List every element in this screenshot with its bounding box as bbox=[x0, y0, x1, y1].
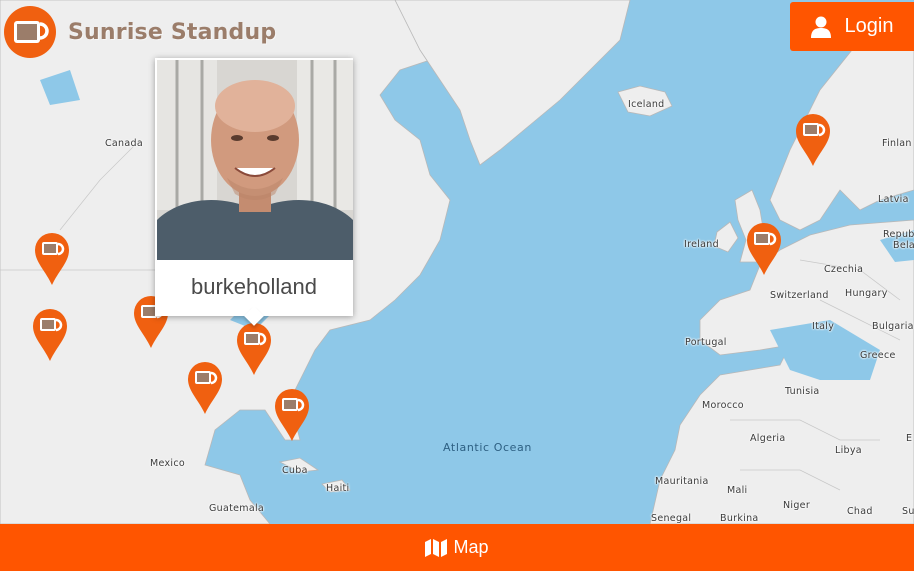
label-iceland: Iceland bbox=[628, 99, 665, 110]
label-egypt: E bbox=[906, 433, 913, 444]
map-icon bbox=[425, 538, 448, 557]
label-czechia: Czechia bbox=[824, 264, 864, 275]
label-burkina: Burkina bbox=[720, 513, 759, 524]
label-libya: Libya bbox=[835, 445, 862, 456]
label-haiti: Haiti bbox=[326, 483, 350, 494]
label-republic: Repub bbox=[883, 229, 914, 240]
coffee-pin-icon[interactable] bbox=[746, 222, 782, 276]
app-title: Sunrise Standup bbox=[68, 19, 277, 45]
label-latvia: Latvia bbox=[878, 194, 909, 205]
label-mali: Mali bbox=[727, 485, 748, 496]
label-mexico: Mexico bbox=[150, 458, 185, 469]
label-sudan: Su bbox=[902, 506, 914, 517]
coffee-pin-icon[interactable] bbox=[795, 113, 831, 167]
label-switzerland: Switzerland bbox=[770, 290, 829, 301]
label-belarus: Bela bbox=[893, 240, 914, 251]
label-guatemala: Guatemala bbox=[209, 503, 265, 514]
label-chad: Chad bbox=[847, 506, 873, 517]
label-tunisia: Tunisia bbox=[785, 386, 820, 397]
label-niger: Niger bbox=[783, 500, 811, 511]
world-map[interactable]: Canada Iceland Finlan Latvia Ireland Rep… bbox=[0, 0, 914, 524]
user-icon bbox=[810, 16, 831, 38]
coffee-pin-icon[interactable] bbox=[274, 388, 310, 442]
coffee-pin-icon[interactable] bbox=[187, 361, 223, 415]
popup-username: burkeholland bbox=[191, 274, 317, 299]
login-label: Login bbox=[844, 15, 894, 37]
label-canada: Canada bbox=[105, 138, 143, 149]
coffee-pin-icon[interactable] bbox=[236, 322, 272, 376]
label-morocco: Morocco bbox=[702, 400, 744, 411]
coffee-pin-icon[interactable] bbox=[32, 308, 68, 362]
brand[interactable]: Sunrise Standup bbox=[4, 6, 276, 58]
label-cuba: Cuba bbox=[282, 465, 308, 476]
label-senegal: Senegal bbox=[651, 513, 692, 524]
label-algeria: Algeria bbox=[750, 433, 786, 444]
label-atlantic-ocean: Atlantic Ocean bbox=[443, 441, 532, 454]
label-italy: Italy bbox=[812, 321, 835, 332]
login-button[interactable]: Login bbox=[790, 2, 914, 51]
bottom-nav-map[interactable]: Map bbox=[0, 524, 914, 571]
coffee-cup-logo-icon bbox=[4, 6, 56, 58]
label-bulgaria: Bulgaria bbox=[872, 321, 914, 332]
coffee-pin-icon[interactable] bbox=[34, 232, 70, 286]
label-finland: Finlan bbox=[882, 138, 912, 149]
user-photo bbox=[157, 60, 353, 260]
bottom-nav-label: Map bbox=[453, 537, 489, 557]
label-hungary: Hungary bbox=[845, 288, 888, 299]
label-mauritania: Mauritania bbox=[655, 476, 709, 487]
label-greece: Greece bbox=[860, 350, 896, 361]
label-portugal: Portugal bbox=[685, 337, 727, 348]
label-ireland: Ireland bbox=[684, 239, 719, 250]
user-popup: burkeholland bbox=[155, 58, 353, 326]
